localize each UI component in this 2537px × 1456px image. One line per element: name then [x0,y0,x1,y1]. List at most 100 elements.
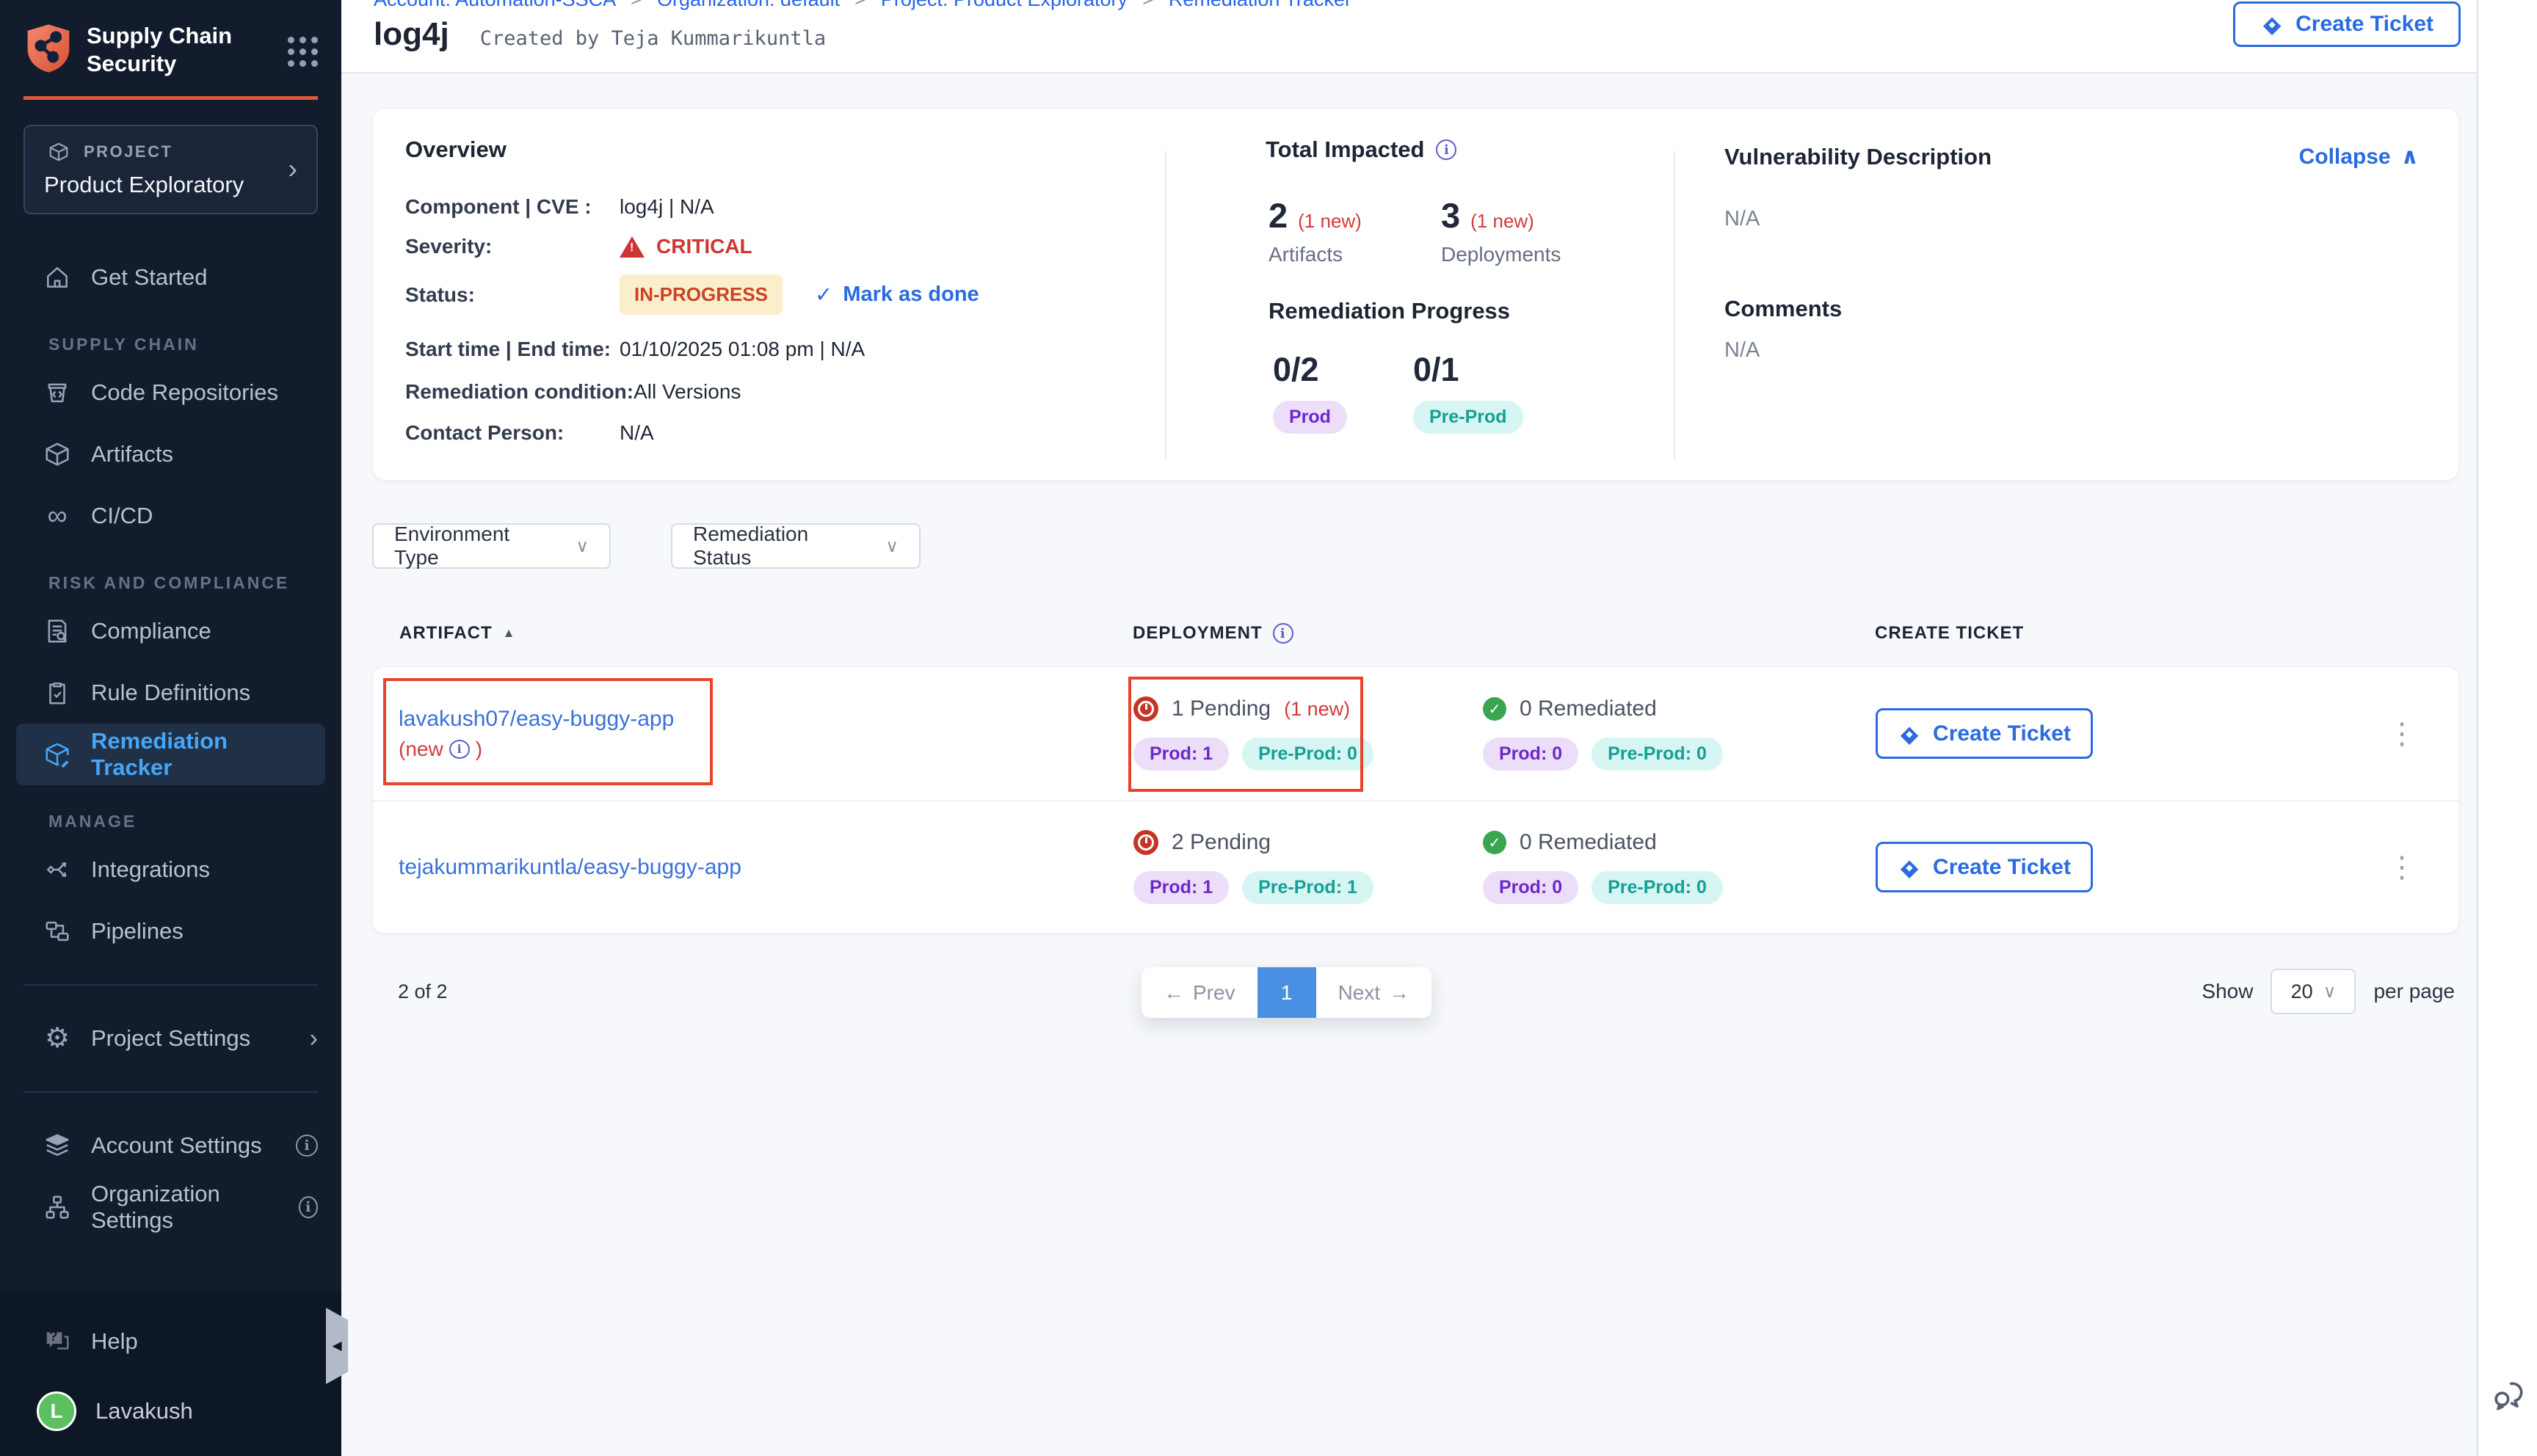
app-logo-shield-icon [23,22,73,79]
prod-count-badge: Prod: 1 [1133,871,1229,904]
table-row: tejakummarikuntla/easy-buggy-app 2 Pendi… [373,800,2458,933]
sidebar-item-account-settings[interactable]: Account Settings i [0,1115,341,1176]
environment-type-filter[interactable]: Environment Type ∨ [372,523,611,569]
collapse-button[interactable]: Collapse ∧ [2299,144,2419,170]
app-switcher-icon[interactable] [288,37,318,67]
comments-value: N/A [1724,338,1760,363]
row-menu-kebab-icon[interactable]: ⋮ [2387,851,2417,884]
section-supply-chain: SUPPLY CHAIN [0,335,341,354]
user-menu[interactable]: L Lavakush [0,1372,341,1431]
sidebar-item-label: Account Settings [91,1132,262,1159]
page-size-select[interactable]: 20 ∨ [2271,969,2356,1014]
preprod-count-badge: Pre-Prod: 0 [1591,738,1723,771]
main-area: Account: Automation-SSCA > Organization:… [341,0,2477,1456]
project-selector[interactable]: PROJECT Product Exploratory › [23,125,318,214]
right-arrow-icon: → [1389,981,1409,1005]
pending-count: 1 Pending [1172,696,1271,721]
chat-support-icon[interactable] [2489,1376,2527,1418]
remediation-status-filter[interactable]: Remediation Status ∨ [671,523,921,569]
chevron-right-icon: › [310,1024,318,1053]
chevron-down-icon: ∨ [885,536,899,557]
help-icon: ? [43,1328,72,1355]
remediated-count: 0 Remediated [1520,830,1657,855]
home-icon [43,263,72,291]
sidebar-item-label: Compliance [91,618,211,644]
check-icon: ✓ [815,282,832,307]
sidebar-item-rule-definitions[interactable]: Rule Definitions [0,662,341,724]
next-page-button[interactable]: Next → [1316,967,1432,1018]
status-badge: IN-PROGRESS [620,274,783,315]
overview-title: Overview [405,136,507,163]
table-row: lavakush07/easy-buggy-app (new i ) 1 Pen… [373,667,2458,800]
info-icon[interactable]: i [1273,623,1293,644]
critical-warning-icon: ! [620,236,645,258]
user-name: Lavakush [95,1398,193,1424]
environment-type-label: Environment Type [394,523,554,569]
artifact-column-header[interactable]: ARTIFACT [399,623,493,644]
sidebar-item-organization-settings[interactable]: Organization Settings i [0,1176,341,1238]
sidebar-collapse-handle[interactable]: ◀ [326,1308,348,1384]
new-suffix: ) [476,738,482,761]
project-name: Product Exploratory [44,172,297,198]
row-menu-kebab-icon[interactable]: ⋮ [2387,718,2417,750]
sort-ascending-icon[interactable]: ▲ [503,626,516,641]
sidebar-item-pipelines[interactable]: Pipelines [0,900,341,962]
contact-label: Contact Person: [405,421,620,445]
mark-as-done-button[interactable]: ✓ Mark as done [815,282,979,307]
current-page-button[interactable]: 1 [1257,967,1316,1018]
prod-count-badge: Prod: 1 [1133,738,1229,771]
artifact-link[interactable]: lavakush07/easy-buggy-app [399,707,1133,732]
remediation-status-label: Remediation Status [693,523,863,569]
info-icon[interactable]: i [1436,139,1456,160]
component-cve-value: log4j | N/A [620,195,714,219]
breadcrumb-organization[interactable]: Organization: default [657,0,840,11]
comments-title: Comments [1724,296,1842,322]
vulnerability-description-value: N/A [1724,207,1760,231]
sidebar-item-get-started[interactable]: Get Started [0,247,341,308]
impacted-deployments-stat: 3 (1 new) Deployments [1441,195,1614,266]
sidebar-item-help[interactable]: ? Help [0,1311,341,1372]
account-settings-icon [43,1132,72,1160]
pagination: 2 of 2 ← Prev 1 Next → Show 20 ∨ per pag… [372,967,2459,1019]
create-ticket-column-header: CREATE TICKET [1875,623,2387,644]
brand: Supply ChainSecurity [23,22,318,79]
pending-new-badge: (1 new) [1284,698,1350,721]
sidebar-item-label: Pipelines [91,918,184,944]
divider [23,984,318,986]
preprod-count-badge: Pre-Prod: 0 [1591,871,1723,904]
pending-clock-icon [1133,830,1158,855]
artifact-link[interactable]: tejakummarikuntla/easy-buggy-app [399,855,1133,880]
sidebar-item-label: Integrations [91,856,210,883]
sidebar-item-label: Help [91,1328,138,1355]
page-subtitle: Created by Teja Kummarikuntla [480,27,826,50]
severity-label: Severity: [405,235,620,258]
sidebar-item-cicd[interactable]: ∞ CI/CD [0,485,341,547]
integrations-icon [43,856,72,884]
pipelines-icon [43,917,72,945]
sidebar-item-remediation-tracker[interactable]: Remediation Tracker [16,724,325,785]
sidebar-item-project-settings[interactable]: ⚙ Project Settings › [0,1008,341,1069]
pager: ← Prev 1 Next → [1142,967,1431,1018]
section-risk-compliance: RISK AND COMPLIANCE [0,573,341,593]
breadcrumb-remediation-tracker[interactable]: Remediation Tracker [1169,0,1351,11]
breadcrumb-project[interactable]: Project: Product Exploratory [881,0,1128,11]
app-title-line2: Security [87,51,176,76]
sidebar-item-label: Project Settings [91,1025,250,1052]
pending-count: 2 Pending [1172,830,1271,855]
breadcrumb-account[interactable]: Account: Automation-SSCA [374,0,616,11]
show-label: Show [2202,980,2253,1003]
divider [1674,151,1675,459]
sidebar-item-label: Get Started [91,264,208,291]
sidebar-item-integrations[interactable]: Integrations [0,839,341,900]
organization-settings-icon [43,1193,72,1221]
sidebar-item-compliance[interactable]: Compliance [0,600,341,662]
prev-page-button[interactable]: ← Prev [1142,967,1257,1018]
sidebar-item-artifacts[interactable]: Artifacts [0,423,341,485]
create-ticket-button-row[interactable]: ◆◆ Create Ticket [1876,708,2093,759]
create-ticket-button-row[interactable]: ◆◆ Create Ticket [1876,842,2093,892]
sidebar-item-label: Remediation Tracker [91,728,302,781]
sidebar-item-code-repositories[interactable]: Code Repositories [0,362,341,423]
info-icon[interactable]: i [449,740,470,759]
create-ticket-button-header[interactable]: ◆◆ Create Ticket [2233,1,2461,47]
divider [23,1091,318,1093]
